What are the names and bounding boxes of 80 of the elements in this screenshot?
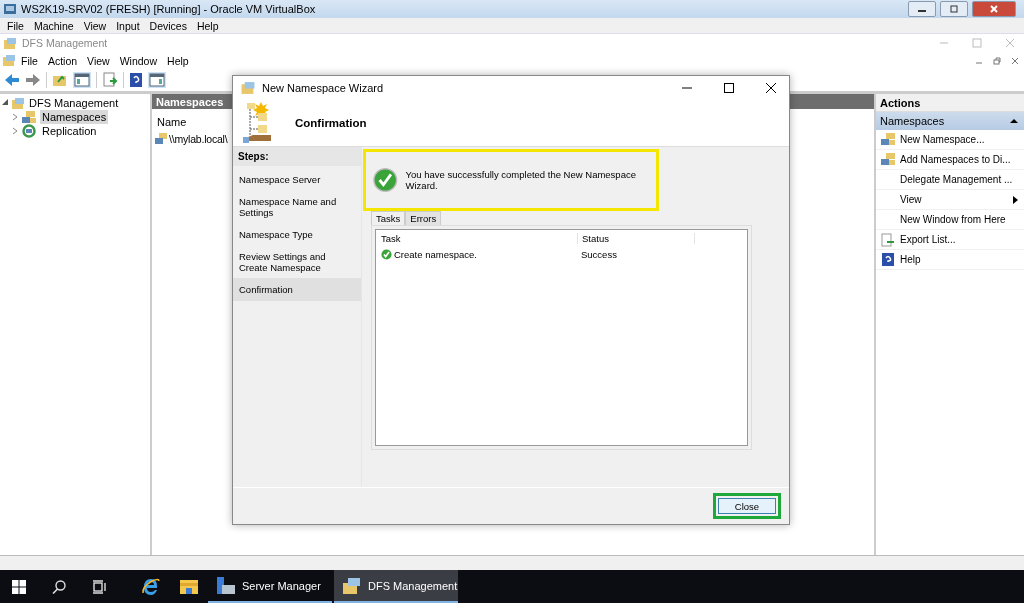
menu-item[interactable]: Input xyxy=(111,19,145,32)
submenu-arrow-icon xyxy=(1013,195,1018,204)
close-button[interactable] xyxy=(972,1,1016,17)
virtualbox-icon xyxy=(3,2,17,16)
menu-item[interactable]: File xyxy=(2,19,29,32)
back-icon[interactable] xyxy=(4,73,20,87)
page-heading: Confirmation xyxy=(295,117,367,129)
minimize-button[interactable] xyxy=(908,1,936,17)
close-button[interactable]: Close xyxy=(718,498,776,514)
task-view-icon[interactable] xyxy=(92,579,106,594)
menu-item[interactable]: Help xyxy=(191,19,224,32)
column-header: Status xyxy=(578,232,695,244)
tab[interactable]: Tasks xyxy=(371,211,406,225)
actions-pane-entry[interactable]: Export List... xyxy=(900,234,956,245)
help-icon xyxy=(882,253,894,266)
actions-pane-entry[interactable]: New Window from Here xyxy=(900,214,1006,225)
dfs-icon xyxy=(2,54,16,67)
namespace-name[interactable]: \\mylab.local\ xyxy=(169,133,228,145)
wizard-step: Confirmation xyxy=(233,278,361,301)
table-cell-text: Success xyxy=(580,248,618,260)
tab[interactable]: Errors xyxy=(405,211,442,225)
export-icon xyxy=(881,232,895,247)
dfs-icon xyxy=(342,576,362,595)
server-manager-icon xyxy=(216,575,236,596)
namespace-icon xyxy=(21,110,37,124)
pane-header: Actions xyxy=(876,94,1024,112)
tree-item[interactable]: Namespaces xyxy=(40,110,109,124)
dfs-icon xyxy=(3,36,17,50)
wizard-step: Review Settings and Create Namespace xyxy=(233,248,361,276)
taskbar-button[interactable]: DFS Management xyxy=(334,570,458,603)
folder-up-icon[interactable] xyxy=(52,73,68,87)
maximize-icon xyxy=(949,5,959,13)
wizard-step: Namespace Server xyxy=(233,168,361,191)
dfs-icon xyxy=(11,96,25,110)
search-icon[interactable] xyxy=(52,579,66,594)
namespace-icon xyxy=(880,133,896,146)
close-icon xyxy=(989,5,999,13)
start-icon[interactable] xyxy=(12,579,26,594)
column-header: Task xyxy=(376,232,578,244)
window-title: DFS Management xyxy=(22,37,108,49)
export-icon[interactable] xyxy=(102,72,118,88)
actions-pane-entry[interactable]: Add Namespaces to Di... xyxy=(900,154,1011,165)
wizard-step: Namespace Name and Settings xyxy=(233,193,361,221)
namespace-icon xyxy=(155,133,168,145)
help-icon[interactable] xyxy=(129,72,143,88)
window-title: WS2K19-SRV02 (FRESH) [Running] - Oracle VM VirtualBox xyxy=(21,3,316,15)
maximize-icon[interactable] xyxy=(724,83,734,93)
taskbar-button[interactable]: Server Manager xyxy=(208,570,332,603)
forward-icon[interactable] xyxy=(25,73,41,87)
menu-item[interactable]: Window xyxy=(114,54,163,67)
success-check-icon xyxy=(381,248,392,260)
success-check-icon xyxy=(373,167,398,193)
tree-item[interactable]: DFS Management xyxy=(27,96,121,110)
restore-icon[interactable] xyxy=(993,56,1001,65)
console-tree-icon[interactable] xyxy=(73,72,91,88)
menu-item[interactable]: Action xyxy=(42,54,83,67)
actions-pane-entry[interactable]: Delegate Management ... xyxy=(900,174,1013,185)
menu-item[interactable]: View xyxy=(82,54,115,67)
expand-icon[interactable] xyxy=(2,99,9,107)
menu-item[interactable]: Machine xyxy=(28,19,79,32)
close-icon[interactable] xyxy=(766,83,776,93)
menu-item[interactable]: File xyxy=(16,54,43,67)
table-cell: Create namespace. xyxy=(394,248,477,260)
actions-pane-entry[interactable]: View xyxy=(900,194,922,205)
wizard-icon xyxy=(240,81,256,95)
menu-item[interactable]: Devices xyxy=(144,19,192,32)
actions-pane-entry[interactable]: New Namespace... xyxy=(900,134,985,145)
action-pane-icon[interactable] xyxy=(148,72,166,88)
tree-item[interactable]: Replication xyxy=(40,124,99,138)
namespace-icon xyxy=(880,153,896,166)
actions-pane-entry[interactable]: Help xyxy=(900,254,921,265)
wizard-step: Namespace Type xyxy=(233,223,361,246)
success-message: You have successfully completed the New Namespace Wizard. xyxy=(405,169,637,191)
dialog-title: New Namespace Wizard xyxy=(262,82,384,94)
replication-icon xyxy=(21,124,37,138)
menu-item[interactable]: View xyxy=(78,19,112,32)
steps-label: Steps: xyxy=(233,147,361,166)
column-header: Name xyxy=(156,115,188,130)
menu-item[interactable]: Help xyxy=(162,54,194,67)
collapse-icon[interactable] xyxy=(1010,118,1018,124)
